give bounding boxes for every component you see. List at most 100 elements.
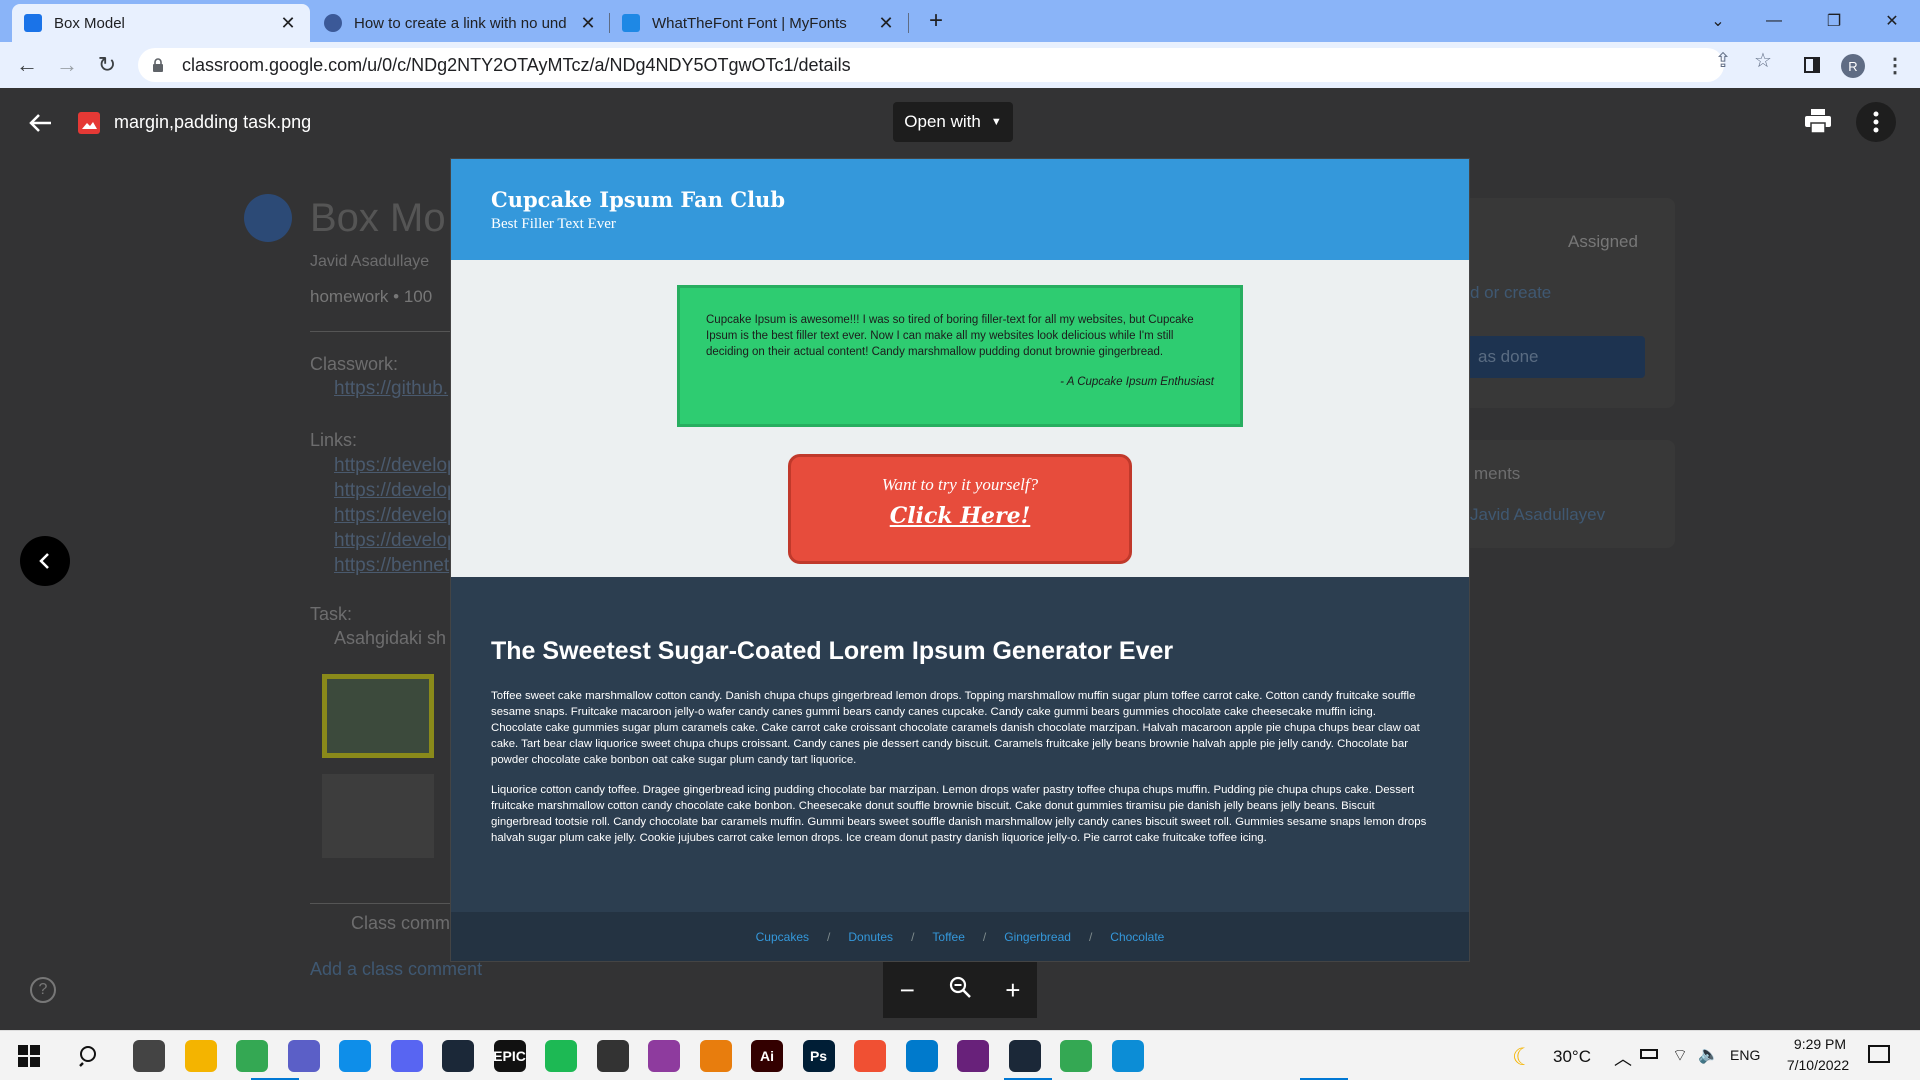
wifi-icon[interactable]: ⌔	[1672, 1045, 1688, 1066]
tab-search-chevron-icon[interactable]: ⌄	[1690, 0, 1746, 42]
browser-menu-icon[interactable]: ⋮	[1880, 50, 1910, 80]
zoom-controls: − +	[883, 962, 1037, 1018]
open-with-button[interactable]: Open with ▼	[893, 102, 1013, 142]
content-paragraph: Toffee sweet cake marshmallow cotton can…	[491, 690, 1420, 766]
edge-app-icon[interactable]	[1111, 1040, 1144, 1072]
clock-time[interactable]: 9:29 PM	[1785, 1036, 1855, 1052]
forward-button[interactable]: →	[52, 50, 82, 80]
bg-title: Box Mo	[310, 196, 446, 240]
git-app-icon[interactable]	[854, 1040, 886, 1072]
footer-link-donutes: Donutes	[848, 929, 894, 944]
language-indicator[interactable]: ENG	[1730, 1047, 1760, 1063]
chrome-2-app-icon[interactable]	[1060, 1040, 1092, 1072]
tab-box-model[interactable]: Box Model ✕	[12, 4, 310, 42]
discord-app-icon[interactable]	[390, 1040, 423, 1072]
back-button[interactable]: ←	[12, 50, 42, 80]
bg-divider	[310, 903, 450, 904]
temperature[interactable]: 30°C	[1553, 1047, 1591, 1067]
search-icon[interactable]	[78, 1044, 102, 1073]
photoshop-app-icon[interactable]: Ps	[802, 1040, 835, 1072]
tab-link-no-underline[interactable]: How to create a link with no und ✕	[312, 4, 610, 42]
windows-taskbar: EPIC Ai Ps ☾ 30°C ︿ ⌔ 🔈 ENG 9:29 PM 7/10/2…	[0, 1030, 1920, 1080]
bg-private-comments-card	[1469, 440, 1675, 548]
print-icon[interactable]	[1804, 108, 1834, 138]
file-explorer-app-icon[interactable]	[184, 1040, 217, 1072]
close-window-button[interactable]: ✕	[1864, 0, 1920, 42]
bg-link: https://bennet	[334, 555, 450, 576]
footer-link-cupcakes: Cupcakes	[755, 929, 810, 944]
minimize-button[interactable]: —	[1746, 0, 1802, 42]
testimonial-box: Cupcake Ipsum is awesome!!! I was so tir…	[677, 285, 1243, 427]
zoom-magnifier-icon[interactable]	[948, 975, 972, 1006]
steam-app-icon[interactable]	[442, 1040, 474, 1072]
close-tab-icon[interactable]: ✕	[278, 13, 298, 34]
restore-button[interactable]: ❐	[1806, 0, 1862, 42]
browser-tab-strip: Box Model ✕ How to create a link with no…	[0, 0, 1920, 42]
visual-studio-app-icon[interactable]	[957, 1040, 989, 1072]
site-favicon-icon	[324, 14, 342, 32]
site-brand: Cupcake Ipsum Fan Club	[491, 187, 785, 212]
footer-separator: /	[982, 929, 987, 944]
bg-assigned: Assigned	[1568, 232, 1638, 251]
footer-separator: /	[911, 929, 915, 944]
tray-overflow-chevron-icon[interactable]: ︿	[1614, 1045, 1632, 1071]
weather-moon-icon[interactable]: ☾	[1512, 1043, 1534, 1072]
bg-link: https://develop	[334, 505, 458, 526]
vscode-app-icon[interactable]	[905, 1040, 938, 1072]
epic-games-app-icon[interactable]: EPIC	[493, 1040, 526, 1072]
chrome-app-icon[interactable]	[236, 1040, 268, 1072]
bg-link: https://develop	[334, 480, 458, 501]
bg-links-label: Links:	[310, 430, 358, 450]
steam-2-app-icon[interactable]	[1008, 1040, 1041, 1072]
teams-app-icon[interactable]	[287, 1040, 320, 1072]
file-name: margin,padding task.png	[114, 112, 312, 132]
tab-whatthefont[interactable]: WhatTheFont Font | MyFonts ✕	[610, 4, 908, 42]
displayed-image: Cupcake Ipsum Fan Club Best Filler Text …	[451, 159, 1469, 961]
address-bar[interactable]: classroom.google.com/u/0/c/NDg2NTY2OTAyM…	[138, 48, 1724, 82]
bg-author: Javid Asadullaye	[310, 253, 430, 270]
clock-date[interactable]: 7/10/2022	[1778, 1057, 1858, 1073]
bookmark-star-icon[interactable]: ☆	[1752, 49, 1774, 72]
cta-question: Want to try it yourself?	[881, 475, 1039, 494]
reload-button[interactable]: ↻	[92, 50, 122, 80]
close-tab-icon[interactable]: ✕	[578, 13, 598, 34]
side-panel-icon[interactable]	[1797, 50, 1827, 80]
zoom-out-button[interactable]: −	[900, 975, 915, 1006]
close-viewer-arrow-icon[interactable]	[26, 108, 56, 138]
share-icon[interactable]: ⇪	[1712, 49, 1734, 72]
classroom-favicon-icon	[24, 14, 42, 32]
illustrator-app-icon[interactable]: Ai	[751, 1040, 783, 1072]
close-tab-icon[interactable]: ✕	[876, 13, 896, 34]
windows-start-icon[interactable]	[18, 1045, 40, 1072]
blender-app-icon[interactable]	[699, 1040, 732, 1072]
call-to-action-box: Want to try it yourself? Click Here!	[788, 454, 1132, 564]
zoom-in-button[interactable]: +	[1005, 975, 1020, 1006]
tab-title: How to create a link with no und	[354, 14, 567, 32]
url-text[interactable]: classroom.google.com/u/0/c/NDg2NTY2OTAyM…	[182, 55, 851, 76]
footer-link-gingerbread: Gingerbread	[1004, 929, 1071, 944]
profile-avatar[interactable]: R	[1841, 54, 1865, 78]
bg-comment-author: Javid Asadullayev	[1470, 505, 1606, 524]
previous-file-button[interactable]	[20, 536, 70, 586]
image-viewer: Box Mo Javid Asadullaye homework • 100 C…	[0, 88, 1920, 1030]
battery-icon[interactable]	[1640, 1049, 1658, 1059]
task-view-app-icon[interactable]	[133, 1040, 165, 1072]
winrar-app-icon[interactable]	[648, 1040, 680, 1072]
volume-icon[interactable]: 🔈	[1698, 1045, 1719, 1065]
site-header: Cupcake Ipsum Fan Club Best Filler Text …	[451, 159, 1469, 260]
site-tagline: Best Filler Text Ever	[491, 216, 616, 232]
myfonts-favicon-icon	[622, 14, 640, 32]
unity-app-icon[interactable]	[596, 1040, 629, 1072]
new-tab-button[interactable]: +	[922, 8, 950, 36]
help-icon[interactable]: ?	[30, 977, 56, 1003]
spotify-app-icon[interactable]	[545, 1040, 577, 1072]
bg-classwork-link: https://github.	[334, 378, 449, 399]
tab-title: WhatTheFont Font | MyFonts	[652, 14, 847, 32]
more-options-icon[interactable]	[1856, 102, 1896, 142]
bg-task-text: Asahgidaki sh	[334, 628, 447, 648]
footer-link-toffee: Toffee	[932, 929, 965, 944]
teamviewer-app-icon[interactable]	[339, 1040, 371, 1072]
bg-divider	[310, 331, 450, 332]
notifications-icon[interactable]	[1868, 1045, 1890, 1063]
tab-title: Box Model	[54, 14, 125, 32]
